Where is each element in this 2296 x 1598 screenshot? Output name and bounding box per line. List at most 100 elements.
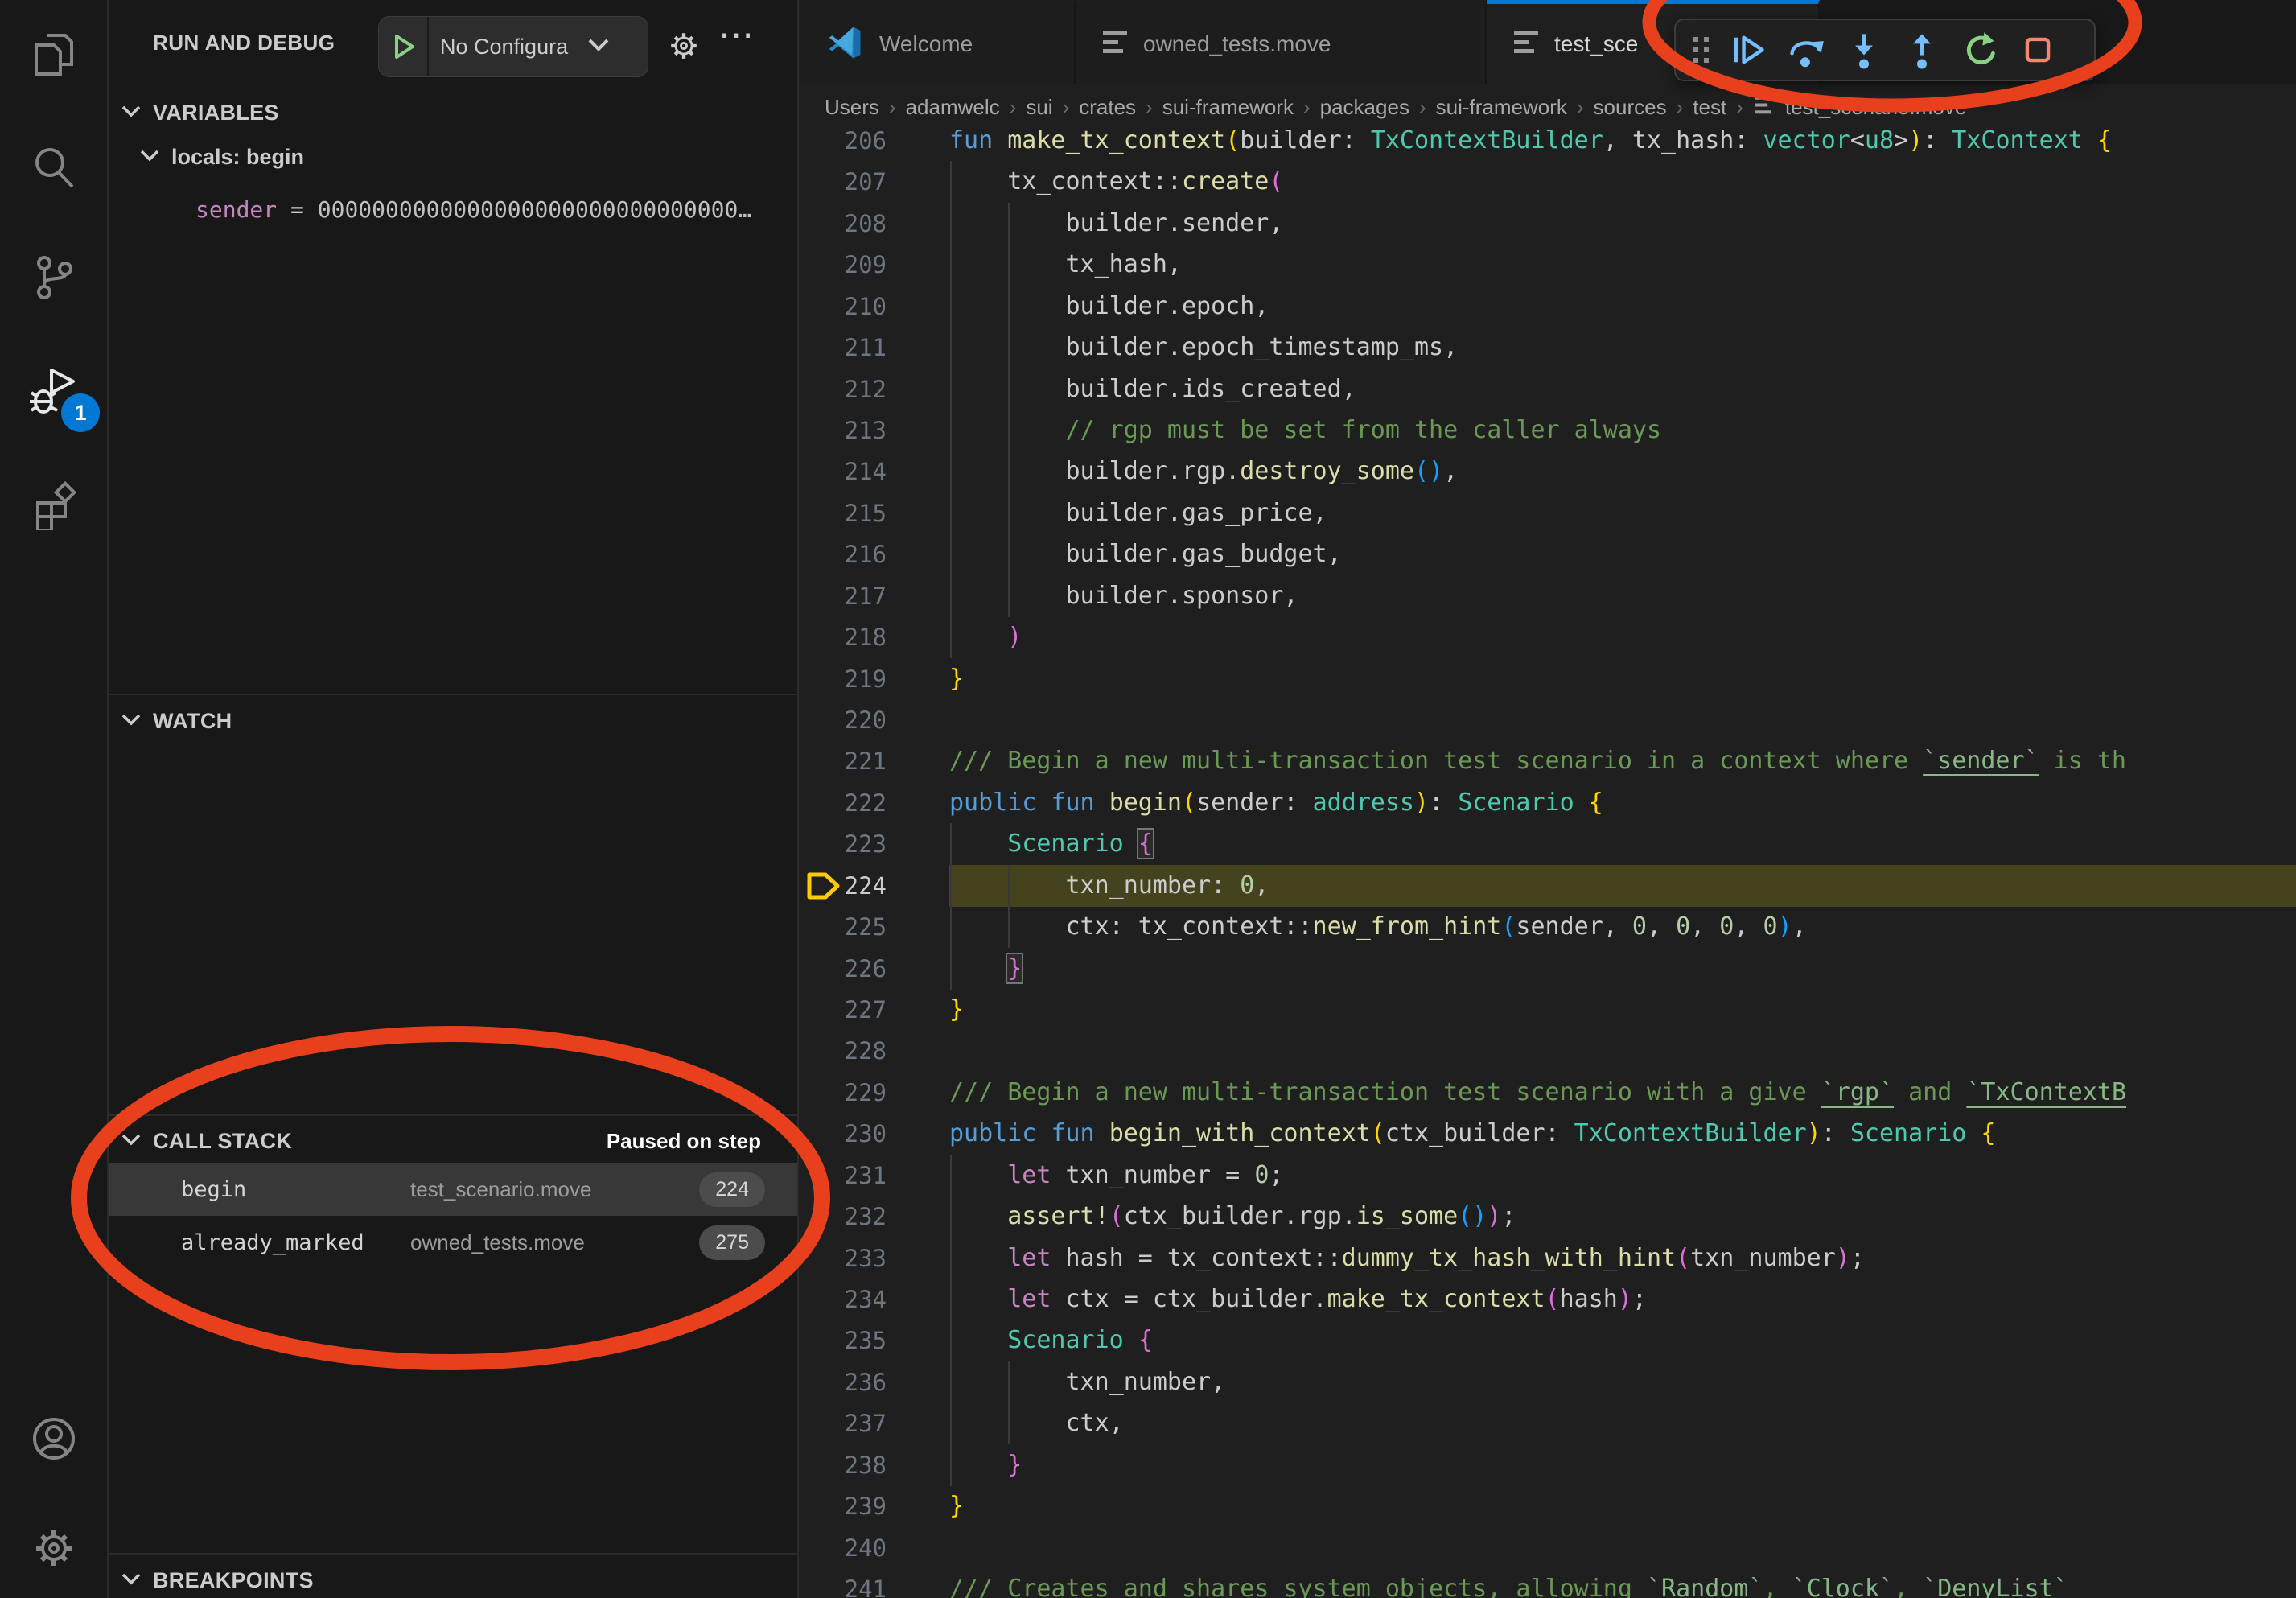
start-debug-icon[interactable] — [379, 17, 429, 76]
code-line[interactable] — [949, 1527, 2296, 1569]
code-line[interactable]: Scenario { — [949, 823, 2296, 865]
code-line[interactable]: builder.epoch_timestamp_ms, — [949, 327, 2296, 369]
tab-owned-tests-move[interactable]: owned_tests.move — [1076, 0, 1487, 84]
line-number[interactable]: 223 — [800, 823, 887, 865]
code-line[interactable]: } — [949, 658, 2296, 700]
gear-icon[interactable] — [665, 27, 702, 68]
code-line[interactable]: txn_number, — [949, 1361, 2296, 1403]
call-stack-section-header[interactable]: CALL STACK Paused on step — [109, 1123, 797, 1159]
tab-welcome[interactable]: Welcome — [800, 0, 1076, 84]
code-line[interactable]: Scenario { — [949, 1320, 2296, 1361]
continue-button[interactable] — [1719, 24, 1777, 76]
code-line[interactable]: ctx, — [949, 1402, 2296, 1444]
step-out-button[interactable] — [1893, 24, 1951, 76]
line-number[interactable]: 226 — [800, 948, 887, 990]
line-number[interactable]: 218 — [800, 616, 887, 658]
line-number[interactable]: 232 — [800, 1196, 887, 1238]
breadcrumb-item[interactable]: sui-framework — [1162, 95, 1294, 120]
line-number[interactable]: 213 — [800, 410, 887, 451]
line-number[interactable]: 237 — [800, 1402, 887, 1444]
stop-button[interactable] — [2009, 24, 2067, 76]
explorer-icon[interactable] — [28, 29, 80, 80]
breadcrumb-item[interactable]: sui-framework — [1436, 95, 1567, 120]
variables-scope-row[interactable]: locals: begin — [139, 145, 304, 170]
drag-grip-icon[interactable] — [1684, 31, 1719, 69]
code-line[interactable]: let txn_number = 0; — [949, 1155, 2296, 1196]
code-line[interactable]: builder.sponsor, — [949, 575, 2296, 617]
line-number[interactable]: 222 — [800, 782, 887, 824]
code-line[interactable]: builder.sender, — [949, 203, 2296, 245]
step-over-button[interactable] — [1777, 24, 1835, 76]
line-number[interactable]: 234 — [800, 1279, 887, 1320]
code-line[interactable]: public fun begin(sender: address): Scena… — [949, 782, 2296, 824]
call-stack-frame[interactable]: begintest_scenario.move224 — [109, 1163, 797, 1216]
code-line[interactable]: let ctx = ctx_builder.make_tx_context(ha… — [949, 1279, 2296, 1320]
code-line[interactable]: builder.epoch, — [949, 286, 2296, 327]
code-line[interactable]: ctx: tx_context::new_from_hint(sender, 0… — [949, 906, 2296, 948]
line-number[interactable]: 217 — [800, 575, 887, 617]
source-control-icon[interactable] — [28, 252, 80, 303]
restart-button[interactable] — [1951, 24, 2009, 76]
code-line[interactable]: let hash = tx_context::dummy_tx_hash_wit… — [949, 1238, 2296, 1279]
line-number[interactable]: 241 — [800, 1568, 887, 1598]
code-line[interactable]: ) — [949, 616, 2296, 658]
code-line[interactable]: } — [949, 1444, 2296, 1486]
code-line[interactable]: // rgp must be set from the caller alway… — [949, 410, 2296, 451]
line-number[interactable]: 214 — [800, 451, 887, 492]
line-number[interactable]: 230 — [800, 1113, 887, 1155]
launch-configuration-dropdown[interactable]: No Configura — [378, 16, 648, 77]
line-number[interactable]: 229 — [800, 1072, 887, 1114]
code-line[interactable]: txn_number: 0, — [949, 865, 2296, 907]
code-line[interactable]: builder.gas_price, — [949, 492, 2296, 534]
search-icon[interactable] — [28, 142, 80, 194]
account-icon[interactable] — [28, 1413, 80, 1464]
line-number[interactable]: 208 — [800, 203, 887, 245]
code-line[interactable]: public fun begin_with_context(ctx_builde… — [949, 1113, 2296, 1155]
line-number[interactable]: 207 — [800, 161, 887, 203]
variable-row[interactable]: sender = 0000000000000000000000000000000… — [195, 196, 791, 223]
code-line[interactable]: } — [949, 1485, 2296, 1527]
breakpoints-section-header[interactable]: BREAKPOINTS — [109, 1563, 797, 1598]
breadcrumb-item[interactable]: packages — [1320, 95, 1409, 120]
line-number[interactable]: 209 — [800, 244, 887, 286]
line-number[interactable]: 227 — [800, 989, 887, 1031]
code-line[interactable] — [949, 1030, 2296, 1072]
breadcrumb-item[interactable]: Users — [825, 95, 879, 120]
breadcrumb-item[interactable]: adamwelc — [906, 95, 1000, 120]
line-number[interactable]: 231 — [800, 1155, 887, 1196]
variables-section-header[interactable]: VARIABLES — [109, 95, 797, 130]
line-number[interactable]: 238 — [800, 1444, 887, 1486]
line-number[interactable]: 219 — [800, 658, 887, 700]
line-number[interactable]: 221 — [800, 740, 887, 782]
more-actions-icon[interactable]: ⋯ — [718, 14, 757, 56]
code-line[interactable]: tx_context::create( — [949, 161, 2296, 203]
line-number[interactable]: 220 — [800, 699, 887, 741]
code-line[interactable]: builder.gas_budget, — [949, 533, 2296, 575]
code-line[interactable]: tx_hash, — [949, 244, 2296, 286]
step-into-button[interactable] — [1835, 24, 1893, 76]
code-line[interactable]: } — [949, 948, 2296, 990]
line-number[interactable]: 225 — [800, 906, 887, 948]
code-line[interactable] — [949, 699, 2296, 741]
line-number[interactable]: 228 — [800, 1030, 887, 1072]
code-line[interactable]: builder.ids_created, — [949, 369, 2296, 410]
line-number[interactable]: 239 — [800, 1485, 887, 1527]
line-number[interactable]: 210 — [800, 286, 887, 327]
code-line[interactable]: } — [949, 989, 2296, 1031]
line-number[interactable]: 233 — [800, 1238, 887, 1279]
code-line[interactable]: /// Begin a new multi-transaction test s… — [949, 740, 2296, 782]
code-line[interactable]: /// Begin a new multi-transaction test s… — [949, 1072, 2296, 1114]
code-line[interactable]: builder.rgp.destroy_some(), — [949, 451, 2296, 492]
line-number[interactable]: 240 — [800, 1527, 887, 1569]
line-number[interactable]: 236 — [800, 1361, 887, 1403]
extensions-icon[interactable] — [28, 479, 80, 530]
breadcrumb-item[interactable]: crates — [1079, 95, 1136, 120]
call-stack-frame[interactable]: already_markedowned_tests.move275 — [109, 1216, 797, 1269]
settings-gear-icon[interactable] — [28, 1522, 80, 1574]
line-number[interactable]: 235 — [800, 1320, 887, 1361]
breadcrumb-file[interactable]: test_scenario.move — [1785, 95, 1966, 120]
breadcrumb-item[interactable]: test — [1693, 95, 1726, 120]
breadcrumb-item[interactable]: sui — [1026, 95, 1052, 120]
code-line[interactable]: assert!(ctx_builder.rgp.is_some()); — [949, 1196, 2296, 1238]
line-number[interactable]: 212 — [800, 369, 887, 410]
